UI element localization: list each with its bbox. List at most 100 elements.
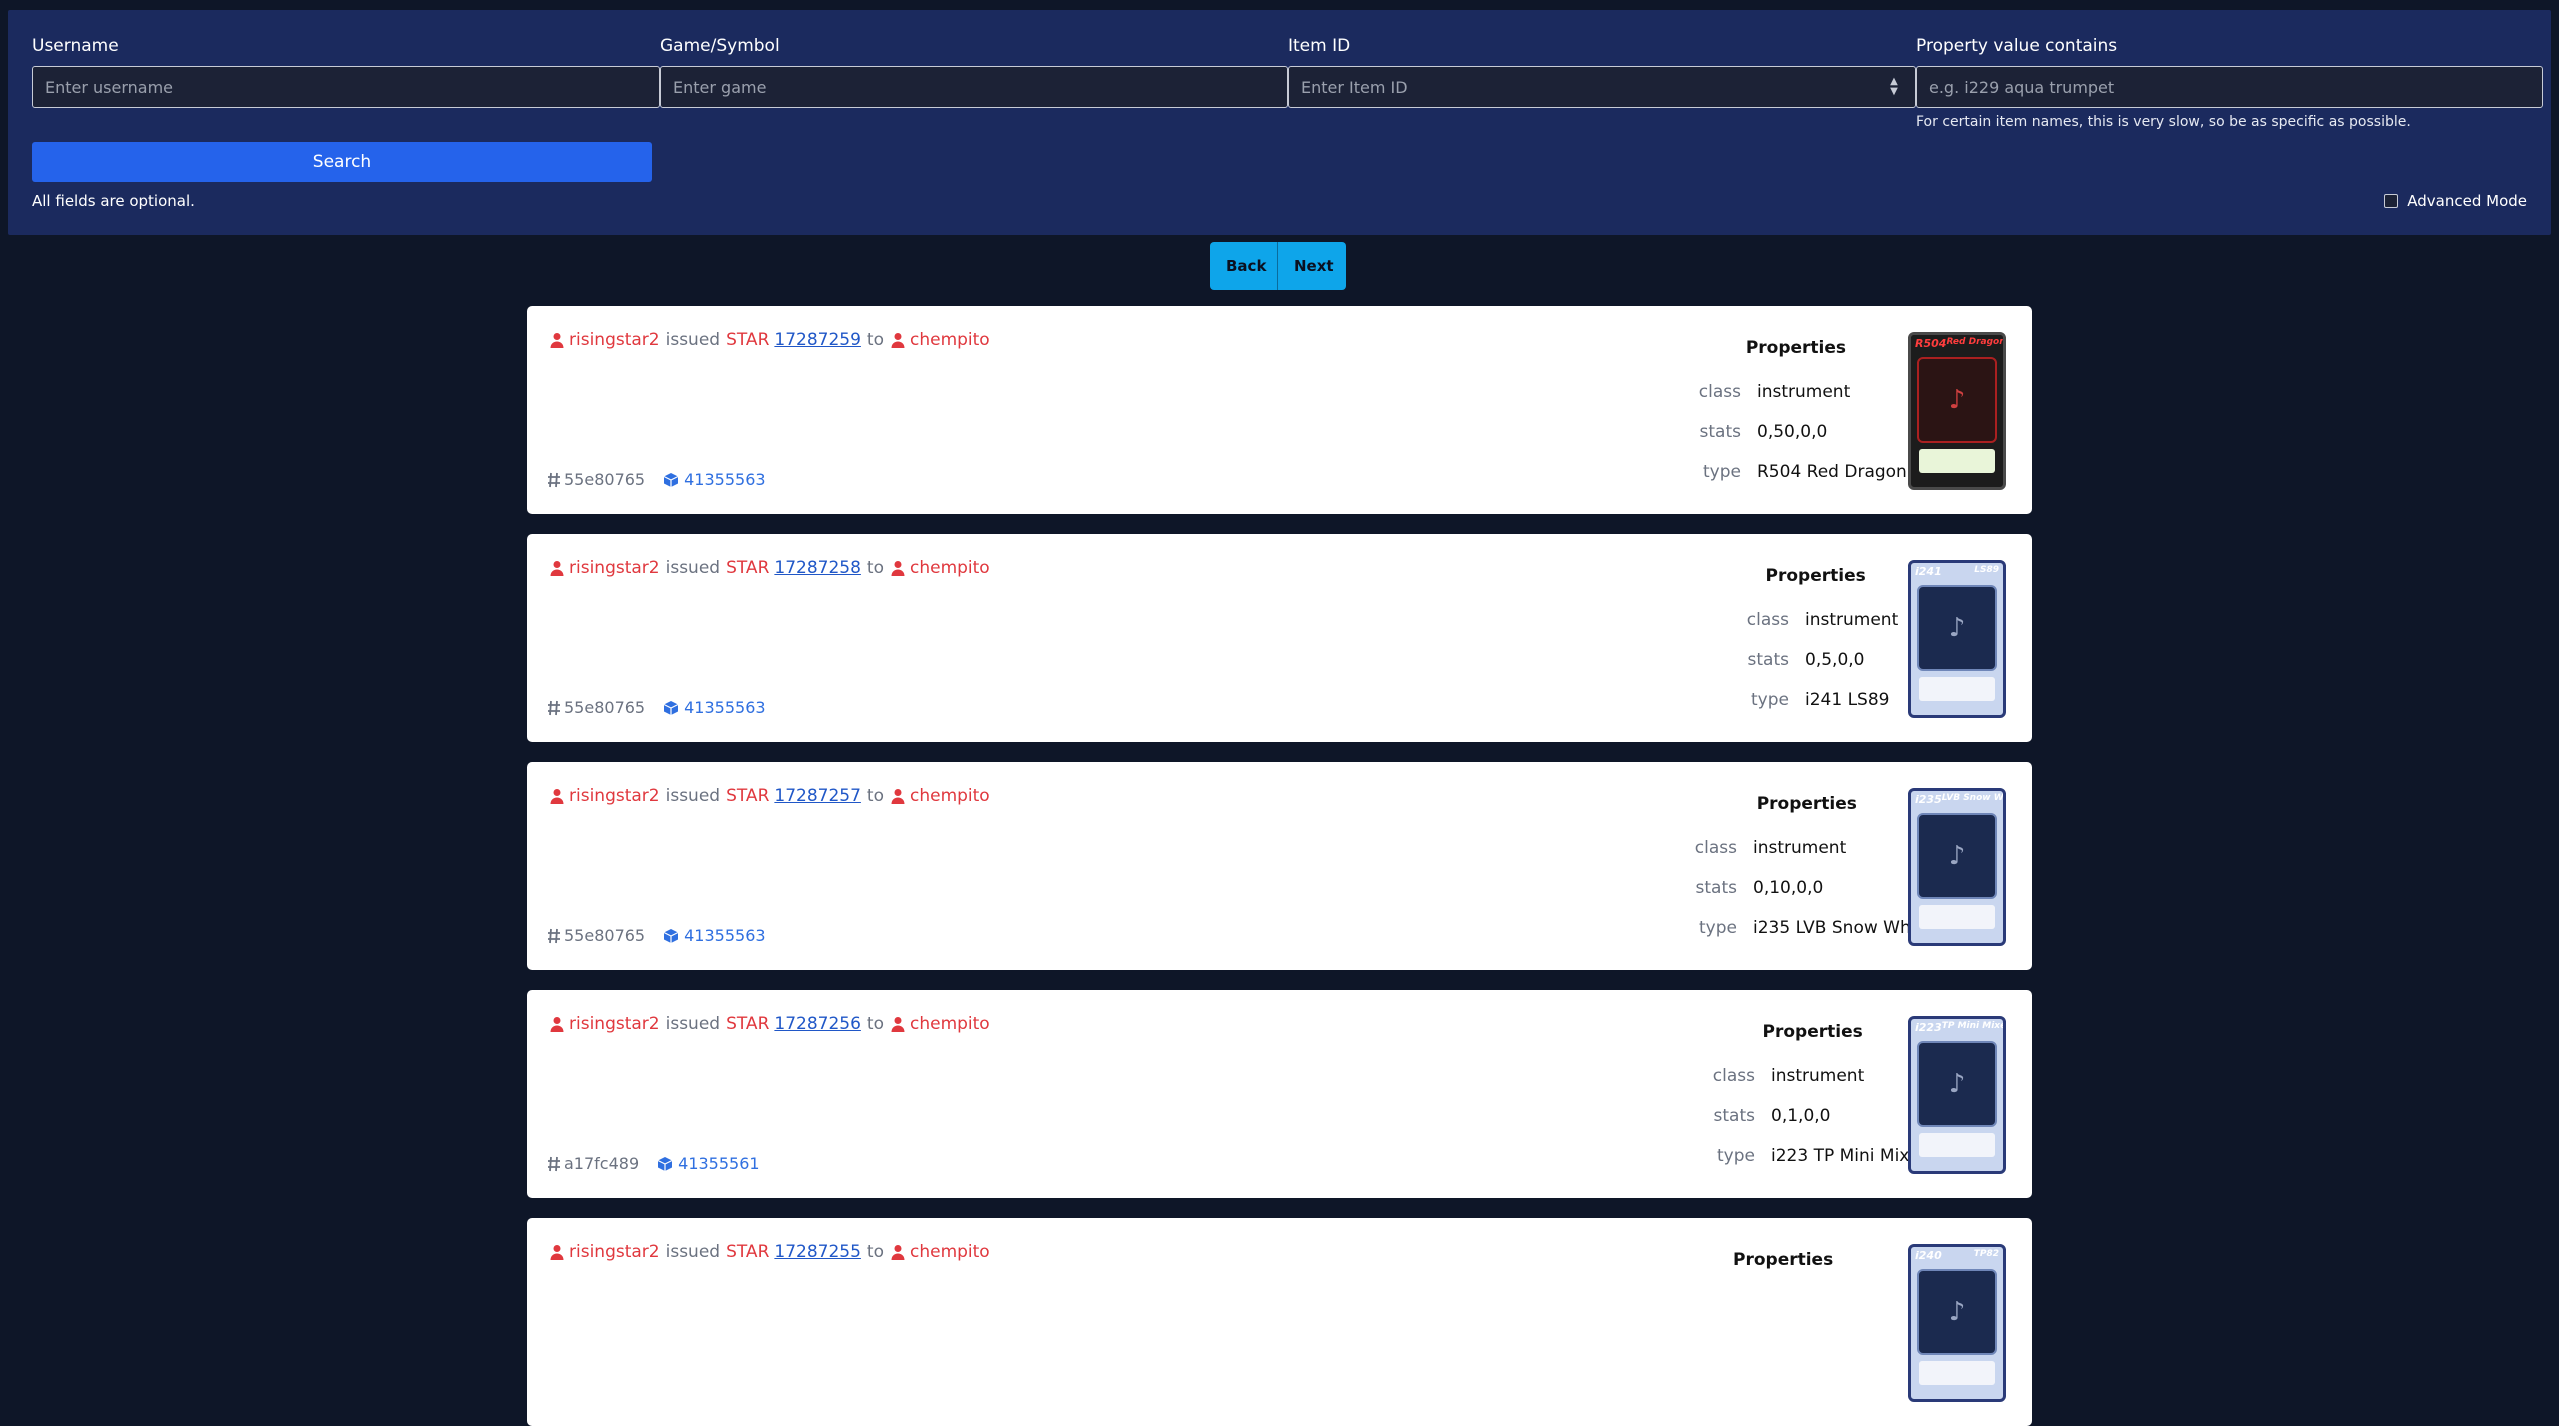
transaction-line: risingstar2 issued STAR 17287257 to chem… xyxy=(549,786,990,806)
item-link[interactable]: 17287259 xyxy=(774,330,861,350)
issuer-user[interactable]: risingstar2 xyxy=(549,330,660,350)
hash-icon xyxy=(548,700,560,715)
recipient-user[interactable]: chempito xyxy=(890,330,990,350)
property-key: class xyxy=(1712,1066,1755,1086)
recipient-user[interactable]: chempito xyxy=(890,558,990,578)
recipient-user[interactable]: chempito xyxy=(890,1242,990,1262)
property-row: class instrument xyxy=(1681,828,1933,868)
properties-rows: class instrument stats 0,50,0,0 type R504 Red… xyxy=(1685,372,1907,492)
issuer-user[interactable]: risingstar2 xyxy=(549,1014,660,1034)
recipient-user[interactable]: chempito xyxy=(890,1014,990,1034)
transaction-meta: a17fc489 41355561 xyxy=(547,1154,760,1173)
property-key: stats xyxy=(1713,1106,1755,1126)
properties-panel: Properties class instrument stats 0,50,0,0 t… xyxy=(1685,338,1907,492)
property-key: stats xyxy=(1747,650,1789,670)
advanced-mode-checkbox[interactable] xyxy=(2384,194,2399,208)
action-text: issued xyxy=(665,1242,721,1262)
transaction-card: risingstar2 issued STAR 17287257 to chem… xyxy=(527,762,2032,970)
issuer-name: risingstar2 xyxy=(569,786,660,806)
tx-hash[interactable]: a17fc489 xyxy=(547,1154,639,1173)
item-link[interactable]: 17287258 xyxy=(774,558,861,578)
symbol-text: STAR xyxy=(726,558,770,578)
property-key: stats xyxy=(1695,878,1737,898)
item-card-image[interactable]: R504 Red Dragon ♪ xyxy=(1908,332,2006,490)
block-number[interactable]: 41355563 xyxy=(663,926,766,945)
item-id-field: Item ID ▲▼ xyxy=(1288,34,1916,108)
block-number-text: 41355561 xyxy=(678,1154,760,1173)
to-text: to xyxy=(866,1014,884,1034)
block-number[interactable]: 41355561 xyxy=(657,1154,760,1173)
property-value: instrument xyxy=(1757,382,1851,402)
item-card-image[interactable]: i223 TP Mini Mixer ♪ xyxy=(1908,1016,2006,1174)
symbol-text: STAR xyxy=(726,786,770,806)
property-key: class xyxy=(1698,382,1741,402)
issuer-user[interactable]: risingstar2 xyxy=(549,786,660,806)
property-value: 0,10,0,0 xyxy=(1753,878,1824,898)
properties-rows: class instrument stats 0,1,0,0 type i223 TP M… xyxy=(1699,1056,1927,1176)
advanced-mode-label: Advanced Mode xyxy=(2407,192,2527,210)
block-number[interactable]: 41355563 xyxy=(663,698,766,717)
username-input[interactable] xyxy=(32,66,660,108)
search-button[interactable]: Search xyxy=(32,142,652,182)
transaction-meta: 55e80765 41355563 xyxy=(547,698,766,717)
advanced-mode-toggle[interactable]: Advanced Mode xyxy=(2384,192,2527,210)
user-icon xyxy=(550,561,564,576)
tx-hash-text: 55e80765 xyxy=(564,698,646,717)
properties-panel: Properties class instrument stats 0,5,0,0 ty… xyxy=(1733,566,1898,720)
properties-rows: class instrument stats 0,5,0,0 type i241 LS89 xyxy=(1733,600,1898,720)
issuer-user[interactable]: risingstar2 xyxy=(549,558,660,578)
chevron-updown-icon: ▲ ▼ xyxy=(1890,76,1898,97)
item-card-name: Red Dragon xyxy=(1946,337,2003,347)
item-card-code: i235 xyxy=(1915,793,1942,806)
tx-hash[interactable]: 55e80765 xyxy=(547,926,645,945)
item-link[interactable]: 17287256 xyxy=(774,1014,861,1034)
issuer-user[interactable]: risingstar2 xyxy=(549,1242,660,1262)
filter-panel: Username Game/Symbol Item ID ▲▼ Property… xyxy=(8,10,2551,235)
cube-icon xyxy=(663,700,679,715)
game-input[interactable] xyxy=(660,66,1288,108)
item-id-input[interactable] xyxy=(1288,66,1916,108)
item-card-code: i240 xyxy=(1915,1249,1942,1262)
property-key: type xyxy=(1717,1146,1755,1166)
transaction-line: risingstar2 issued STAR 17287258 to chem… xyxy=(549,558,990,578)
properties-rows: class instrument stats 0,10,0,0 type i235 LVB… xyxy=(1681,828,1933,948)
property-row: stats 0,5,0,0 xyxy=(1733,640,1898,680)
user-icon xyxy=(550,789,564,804)
issuer-name: risingstar2 xyxy=(569,1014,660,1034)
transaction-line: risingstar2 issued STAR 17287255 to chem… xyxy=(549,1242,990,1262)
properties-title: Properties xyxy=(1733,1250,1834,1270)
back-button[interactable]: Back xyxy=(1210,242,1278,290)
item-card-image[interactable]: i240 TP82 ♪ xyxy=(1908,1244,2006,1402)
next-button[interactable]: Next xyxy=(1278,242,1346,290)
item-card-image[interactable]: i241 LS89 ♪ xyxy=(1908,560,2006,718)
symbol-text: STAR xyxy=(726,1014,770,1034)
issuer-name: risingstar2 xyxy=(569,1242,660,1262)
transaction-card: risingstar2 issued STAR 17287258 to chem… xyxy=(527,534,2032,742)
property-value: i235 LVB Snow White xyxy=(1753,918,1933,938)
item-id-select[interactable]: ▲▼ xyxy=(1288,66,1916,108)
tx-hash[interactable]: 55e80765 xyxy=(547,470,645,489)
property-input[interactable] xyxy=(1916,66,2543,108)
property-hint: For certain item names, this is very slo… xyxy=(1916,114,2411,130)
property-value: instrument xyxy=(1771,1066,1865,1086)
recipient-user[interactable]: chempito xyxy=(890,786,990,806)
block-number[interactable]: 41355563 xyxy=(663,470,766,489)
recipient-name: chempito xyxy=(909,786,990,806)
action-text: issued xyxy=(665,786,721,806)
item-link[interactable]: 17287255 xyxy=(774,1242,861,1262)
transaction-meta: 55e80765 41355563 xyxy=(547,926,766,945)
user-icon xyxy=(550,1017,564,1032)
item-link[interactable]: 17287257 xyxy=(774,786,861,806)
property-row: class instrument xyxy=(1733,600,1898,640)
property-row: class instrument xyxy=(1685,372,1907,412)
property-value: i223 TP Mini Mixer xyxy=(1771,1146,1927,1166)
item-card-image[interactable]: i235 LVB Snow White ♪ xyxy=(1908,788,2006,946)
tx-hash[interactable]: 55e80765 xyxy=(547,698,645,717)
tx-hash-text: 55e80765 xyxy=(564,926,646,945)
properties-title: Properties xyxy=(1745,338,1847,358)
hash-icon xyxy=(548,928,560,943)
block-number-text: 41355563 xyxy=(684,470,766,489)
to-text: to xyxy=(866,558,884,578)
properties-panel: Properties xyxy=(1733,1250,1833,1284)
to-text: to xyxy=(866,330,884,350)
